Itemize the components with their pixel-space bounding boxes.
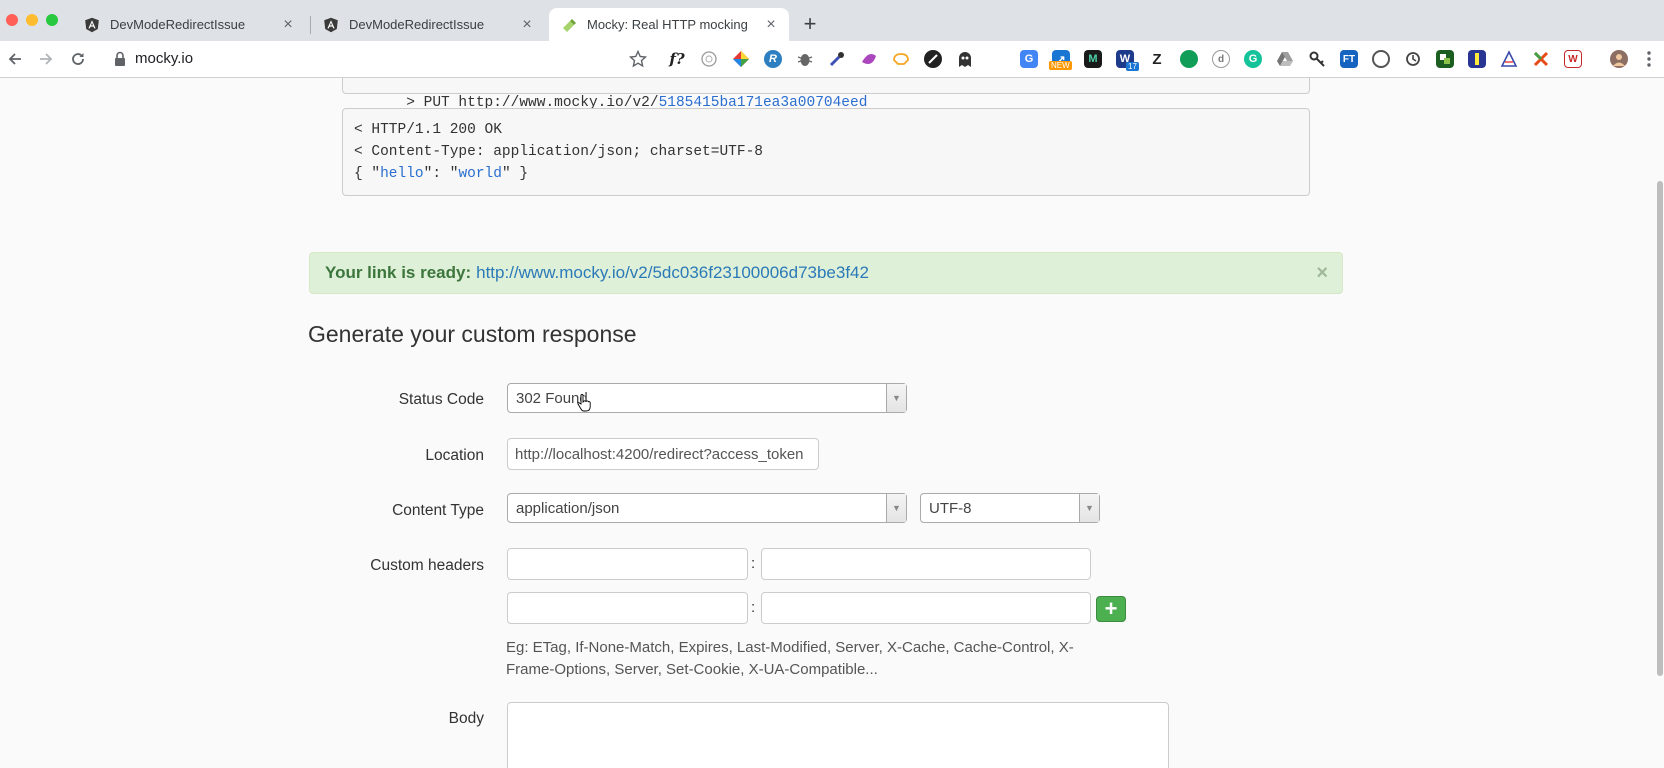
ruler-extension-icon[interactable] <box>1500 50 1518 68</box>
body-line: { "hello": "world" } <box>354 166 529 182</box>
profile-avatar[interactable] <box>1610 50 1628 68</box>
charset-select[interactable]: UTF-8 ▼ <box>920 493 1100 523</box>
request-preview-box: > PUT http://www.mocky.io/v2/5185415ba17… <box>342 78 1310 111</box>
body-label: Body <box>448 710 484 727</box>
m-extension-icon[interactable]: M <box>1084 50 1102 68</box>
status-code-select[interactable]: 302 Found ▼ <box>507 383 907 413</box>
address-bar-url[interactable]: mocky.io <box>135 50 193 67</box>
browser-tab-2[interactable]: DevModeRedirectIssue × <box>311 8 545 41</box>
browser-tab-strip: DevModeRedirectIssue × DevModeRedirectIs… <box>0 0 1664 41</box>
page-content: > PUT http://www.mocky.io/v2/5185415ba17… <box>0 78 1664 768</box>
chevron-down-icon: ▼ <box>1079 494 1099 522</box>
close-tab-icon[interactable]: × <box>519 16 535 33</box>
close-alert-icon[interactable]: × <box>1316 262 1328 285</box>
content-type-value: application/json <box>516 499 620 517</box>
browser-tab-1[interactable]: DevModeRedirectIssue × <box>72 8 306 41</box>
ft-extension-icon[interactable]: FT <box>1340 50 1358 68</box>
sync-extension-icon[interactable] <box>1404 50 1422 68</box>
header-separator: : <box>751 555 756 572</box>
scrollbar-thumb[interactable] <box>1657 181 1663 676</box>
close-tab-icon[interactable]: × <box>763 16 779 33</box>
angular-icon <box>84 17 100 33</box>
ublock-extension-icon[interactable] <box>924 50 942 68</box>
mock-link[interactable]: http://www.mocky.io/v2/5dc036f23100006d7… <box>476 263 869 283</box>
headers-hint: Eg: ETag, If-None-Match, Expires, Last-M… <box>506 639 1074 678</box>
response-preview-box: < HTTP/1.1 200 OK < Content-Type: applic… <box>342 108 1310 196</box>
status-code-label: Status Code <box>398 391 484 408</box>
forward-button[interactable] <box>35 48 57 70</box>
alert-label: Your link is ready: <box>325 263 472 282</box>
browser-menu-button[interactable] <box>1638 48 1660 70</box>
zotero-extension-icon[interactable]: Z <box>1148 50 1166 68</box>
chevron-down-icon: ▼ <box>886 384 906 412</box>
browser-tab-active[interactable]: Mocky: Real HTTP mocking × <box>549 8 789 41</box>
d-extension-icon[interactable]: d <box>1212 50 1230 68</box>
feedly-extension-icon[interactable] <box>1436 50 1454 68</box>
grammarly-extension-icon[interactable]: G <box>1244 50 1262 68</box>
content-type-select[interactable]: application/json ▼ <box>507 493 907 523</box>
chevron-down-icon: ▼ <box>886 494 906 522</box>
custom-headers-label: Custom headers <box>370 557 484 574</box>
moon-extension-icon[interactable] <box>1372 50 1390 68</box>
json-value: world <box>458 166 502 182</box>
new-tab-button[interactable]: + <box>798 11 822 36</box>
form-heading: Generate your custom response <box>308 321 637 347</box>
reload-button[interactable] <box>67 48 89 70</box>
browser-toolbar: mocky.io f? R G ↗ NEW M W 17 Z d G FT W <box>0 41 1664 78</box>
hangouts-extension-icon[interactable] <box>1180 50 1198 68</box>
arrow-right-icon <box>40 53 53 65</box>
link-ready-alert: Your link is ready: http://www.mocky.io/… <box>309 252 1343 294</box>
header-name-input-2[interactable] <box>507 592 748 624</box>
charset-value: UTF-8 <box>929 499 972 517</box>
hand-cursor-icon <box>577 394 591 412</box>
tab-title: Mocky: Real HTTP mocking <box>587 17 748 32</box>
star-icon <box>629 50 647 68</box>
count-badge: 17 <box>1126 62 1139 71</box>
new-badge: NEW <box>1049 61 1072 70</box>
close-tab-icon[interactable]: × <box>280 16 296 33</box>
formula-extension-icon[interactable]: f? <box>668 50 686 68</box>
location-input[interactable]: http://localhost:4200/redirect?access_to… <box>507 438 819 470</box>
status-line: < HTTP/1.1 200 OK <box>354 122 502 138</box>
content-type-line: < Content-Type: application/json; charse… <box>354 144 763 160</box>
location-label: Location <box>425 447 484 464</box>
reload-icon <box>72 53 84 65</box>
maximize-window-button[interactable] <box>46 14 58 26</box>
header-name-input-1[interactable] <box>507 548 748 580</box>
orange-extension-icon[interactable] <box>892 50 910 68</box>
header-value-input-1[interactable] <box>761 548 1091 580</box>
eyedropper-extension-icon[interactable] <box>828 50 846 68</box>
bookmark-star-button[interactable] <box>627 48 649 70</box>
color-picker-extension-icon[interactable] <box>732 50 750 68</box>
wappalyzer-extension-icon[interactable]: W <box>1564 50 1582 68</box>
close-window-button[interactable] <box>6 14 18 26</box>
page-scrollbar[interactable] <box>1656 78 1664 768</box>
back-button[interactable] <box>4 48 26 70</box>
header-separator: : <box>751 599 756 616</box>
arrow-left-icon <box>8 53 21 65</box>
tab-title: DevModeRedirectIssue <box>110 17 246 32</box>
more-vert-icon <box>1647 51 1651 67</box>
tab-title: DevModeRedirectIssue <box>349 17 485 32</box>
cross-extension-icon[interactable] <box>1532 50 1550 68</box>
mocky-icon <box>561 17 577 33</box>
translate-extension-icon[interactable]: G <box>1020 50 1038 68</box>
angular-icon <box>323 17 339 33</box>
rest-extension-icon[interactable]: R <box>764 50 782 68</box>
minimize-window-button[interactable] <box>26 14 38 26</box>
privacy-badger-extension-icon[interactable] <box>700 50 718 68</box>
header-value-input-2[interactable] <box>761 592 1091 624</box>
add-header-button[interactable]: + <box>1096 596 1126 622</box>
key-extension-icon[interactable] <box>1308 50 1326 68</box>
bug-extension-icon[interactable] <box>796 50 814 68</box>
ghostery-extension-icon[interactable] <box>956 50 974 68</box>
purple-extension-icon[interactable] <box>860 50 878 68</box>
drive-extension-icon[interactable] <box>1276 50 1294 68</box>
tower-extension-icon[interactable] <box>1468 50 1486 68</box>
body-textarea[interactable] <box>507 702 1169 768</box>
content-type-label: Content Type <box>392 502 484 519</box>
lock-icon[interactable] <box>114 51 126 67</box>
json-key: hello <box>380 166 424 182</box>
